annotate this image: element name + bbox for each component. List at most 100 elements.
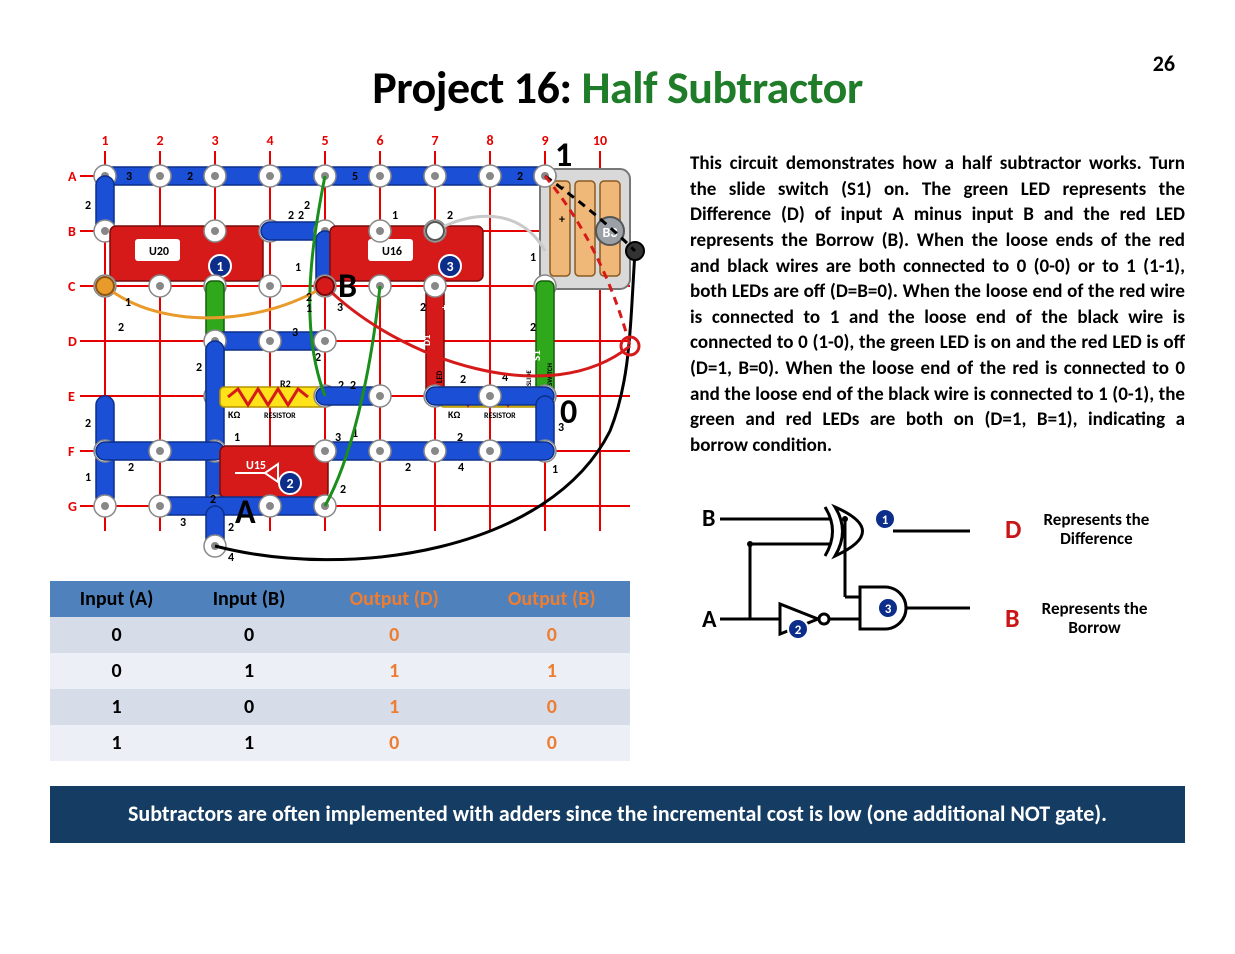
title-name: Half Subtractor	[581, 60, 862, 116]
svg-text:1: 1	[530, 251, 536, 265]
svg-text:B: B	[338, 266, 357, 307]
svg-text:RESISTOR: RESISTOR	[264, 411, 296, 421]
svg-text:8: 8	[486, 132, 493, 149]
output-b-letter: B	[1005, 602, 1020, 634]
svg-text:2: 2	[210, 493, 216, 507]
th-input-b: Input (B)	[183, 581, 315, 617]
svg-text:1: 1	[882, 513, 889, 528]
svg-text:B: B	[702, 504, 715, 533]
svg-text:2: 2	[340, 483, 346, 497]
svg-text:2: 2	[457, 431, 463, 445]
svg-text:RESISTOR: RESISTOR	[484, 411, 516, 421]
logic-output-b: B Represents the Borrow	[1005, 599, 1161, 638]
svg-text:E: E	[68, 388, 75, 405]
svg-text:1: 1	[392, 209, 398, 223]
svg-text:G: G	[68, 498, 77, 515]
svg-text:SLIDE: SLIDE	[524, 369, 533, 386]
svg-text:KΩ: KΩ	[448, 408, 460, 421]
svg-text:F: F	[68, 443, 75, 460]
svg-text:9: 9	[541, 132, 548, 149]
svg-text:4: 4	[228, 551, 234, 565]
svg-text:U20: U20	[149, 245, 169, 259]
svg-text:1: 1	[85, 471, 91, 485]
svg-text:A: A	[702, 605, 717, 634]
svg-text:3: 3	[292, 326, 298, 340]
page-title: Project 16: Half Subtractor	[50, 60, 1185, 116]
svg-text:2: 2	[405, 461, 411, 475]
svg-text:1: 1	[216, 258, 223, 275]
svg-text:3: 3	[335, 431, 341, 445]
svg-text:1: 1	[306, 302, 312, 316]
logic-diagram: 1 2 3 B A D Represents the Difference B …	[690, 489, 1185, 659]
svg-text:2: 2	[517, 170, 523, 184]
svg-text:2: 2	[85, 417, 91, 431]
svg-text:2: 2	[85, 199, 91, 213]
circuit-diagram: 1 2 3 4 5 6 7 8 9 10 A B C D E F G	[50, 131, 650, 571]
svg-text:U16: U16	[382, 245, 402, 259]
svg-text:S1: S1	[530, 350, 543, 361]
svg-text:B: B	[68, 223, 76, 240]
page-number: 26	[1153, 50, 1175, 77]
svg-text:LED: LED	[435, 371, 445, 383]
logic-output-d: D Represents the Difference	[1005, 510, 1161, 549]
svg-text:2: 2	[286, 475, 293, 492]
svg-text:2: 2	[156, 132, 163, 149]
table-row: 1 1 0 0	[50, 725, 630, 761]
svg-text:2: 2	[530, 321, 536, 335]
svg-text:7: 7	[431, 132, 438, 149]
svg-text:0: 0	[560, 392, 577, 433]
svg-text:5: 5	[321, 132, 328, 149]
svg-text:1: 1	[234, 431, 240, 445]
th-output-d: Output (D)	[315, 581, 474, 617]
svg-text:1: 1	[125, 296, 131, 310]
title-prefix: Project 16:	[372, 60, 581, 116]
svg-text:2: 2	[118, 321, 124, 335]
svg-text:1: 1	[295, 261, 301, 275]
svg-text:2: 2	[795, 623, 802, 638]
svg-text:2: 2	[298, 209, 304, 223]
svg-text:2: 2	[288, 209, 294, 223]
svg-text:4: 4	[458, 461, 464, 475]
svg-text:A: A	[68, 168, 77, 185]
output-d-desc: Represents the Difference	[1031, 510, 1161, 549]
th-output-b: Output (B)	[474, 581, 630, 617]
svg-text:2: 2	[420, 301, 426, 315]
output-b-desc: Represents the Borrow	[1030, 599, 1160, 638]
svg-text:+: +	[559, 213, 565, 227]
svg-text:6: 6	[376, 132, 383, 149]
footer-note: Subtractors are often implemented with a…	[50, 786, 1185, 843]
svg-text:2: 2	[447, 209, 453, 223]
svg-text:3: 3	[180, 516, 186, 530]
output-d-letter: D	[1005, 513, 1021, 545]
svg-text:+: +	[442, 301, 447, 314]
table-row: 0 1 1 1	[50, 653, 630, 689]
svg-text:D: D	[68, 333, 77, 350]
th-input-a: Input (A)	[50, 581, 183, 617]
description-text: This circuit demonstrates how a half sub…	[690, 151, 1185, 459]
svg-text:1: 1	[555, 135, 572, 176]
svg-text:3: 3	[885, 602, 892, 617]
svg-text:A: A	[235, 492, 256, 533]
svg-text:KΩ: KΩ	[228, 408, 240, 421]
svg-text:3: 3	[211, 132, 218, 149]
svg-text:2: 2	[460, 373, 466, 387]
svg-text:2: 2	[128, 461, 134, 475]
svg-text:D1: D1	[420, 335, 433, 346]
svg-text:3: 3	[446, 258, 453, 275]
svg-text:2: 2	[304, 199, 310, 213]
truth-table: Input (A) Input (B) Output (D) Output (B…	[50, 581, 630, 761]
svg-text:2: 2	[228, 521, 234, 535]
svg-text:10: 10	[593, 132, 607, 149]
table-row: 1 0 1 0	[50, 689, 630, 725]
svg-text:5: 5	[352, 170, 358, 184]
svg-text:2: 2	[350, 379, 356, 393]
svg-text:2: 2	[196, 361, 202, 375]
svg-text:4: 4	[266, 132, 273, 149]
svg-text:R2: R2	[280, 377, 291, 390]
table-row: 0 0 0 0	[50, 617, 630, 653]
svg-text:2: 2	[187, 170, 193, 184]
svg-text:1: 1	[552, 463, 558, 477]
svg-text:U15: U15	[246, 459, 266, 473]
svg-text:3: 3	[126, 170, 132, 184]
svg-text:C: C	[68, 278, 76, 295]
